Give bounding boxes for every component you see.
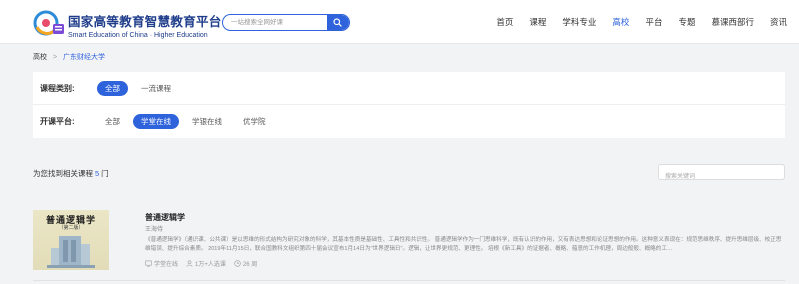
meta-duration: 26 周 <box>234 259 257 268</box>
meta-platform-text: 学堂在线 <box>154 262 179 268</box>
breadcrumb-universities[interactable]: 高校 <box>33 54 47 61</box>
course-title[interactable]: 普通逻辑学 <box>145 212 185 223</box>
course-teacher: 王海侍 <box>145 227 164 233</box>
nav-disciplines[interactable]: 学科专业 <box>562 16 596 28</box>
nav-platforms[interactable]: 平台 <box>645 16 662 28</box>
cover-edition: （第二版） <box>58 225 84 231</box>
filter-row-platform: 开课平台: 全部 学堂在线 学银在线 优学院 <box>33 105 785 138</box>
breadcrumb: 高校 > 广东财经大学 <box>33 52 105 62</box>
filter-category-first-class[interactable]: 一流课程 <box>133 81 179 96</box>
nav-mooc-west[interactable]: 慕课西部行 <box>711 16 754 28</box>
nav-courses[interactable]: 课程 <box>529 16 546 28</box>
result-prefix: 为您找到相关课程 <box>33 169 93 178</box>
breadcrumb-current-university: 广东财经大学 <box>63 54 105 61</box>
logo-title-en: Smart Education of China · Higher Educat… <box>68 32 208 39</box>
filter-platform-all[interactable]: 全部 <box>97 114 128 129</box>
search-icon <box>333 18 342 27</box>
course-filter-panel: 课程类别: 全部 一流课程 开课平台: 全部 学堂在线 学银在线 优学院 <box>33 72 785 138</box>
global-search-button[interactable] <box>327 15 349 30</box>
filter-platform-xueyin[interactable]: 学银在线 <box>184 114 230 129</box>
meta-learners-text: 1万+人选课 <box>195 262 226 268</box>
nav-news[interactable]: 资讯 <box>770 16 787 28</box>
main-nav: 首页 课程 学科专业 高校 平台 专题 慕课西部行 资讯 <box>480 0 787 44</box>
global-search-input[interactable] <box>231 15 326 30</box>
keyword-search-box <box>658 164 785 184</box>
keyword-search-input[interactable] <box>659 170 784 184</box>
clock-icon <box>234 260 241 267</box>
platform-logo-icon[interactable] <box>33 10 65 36</box>
platform-icon <box>145 260 152 267</box>
course-cover-image[interactable]: 普通逻辑学 （第二版） <box>33 210 109 270</box>
card-divider <box>33 280 785 281</box>
course-card[interactable]: 普通逻辑学 （第二版） 普通逻辑学 王海侍 《普通逻辑学》（通识课、公共课）是以… <box>33 206 785 278</box>
meta-platform: 学堂在线 <box>145 259 178 268</box>
nav-topics[interactable]: 专题 <box>678 16 695 28</box>
result-count-number: 5 <box>95 169 100 178</box>
filter-platform-xuetangx[interactable]: 学堂在线 <box>133 114 179 129</box>
global-search-box <box>222 14 350 31</box>
course-description: 《普通逻辑学》（通识课、公共课）是以思维的形式结构为研究对象的科学，其基本性质是… <box>145 237 782 252</box>
nav-home[interactable]: 首页 <box>496 16 513 28</box>
filter-label-platform: 开课平台: <box>40 117 75 126</box>
result-count: 为您找到相关课程 5 门 <box>33 168 109 179</box>
filter-platform-ulearning[interactable]: 优学院 <box>235 114 274 129</box>
result-suffix: 门 <box>101 169 109 178</box>
filter-category-all[interactable]: 全部 <box>97 80 128 96</box>
meta-duration-text: 26 周 <box>242 262 258 268</box>
nav-universities[interactable]: 高校 <box>612 16 629 28</box>
cover-illustration-icon <box>47 236 95 268</box>
course-meta: 学堂在线 1万+人选课 26 周 <box>145 259 265 268</box>
breadcrumb-separator: > <box>52 54 58 61</box>
top-header: 国家高等教育智慧教育平台 Smart Education of China · … <box>0 0 799 44</box>
platform-logo-text[interactable]: 国家高等教育智慧教育平台 Smart Education of China · … <box>68 11 222 39</box>
logo-title-cn: 国家高等教育智慧教育平台 <box>68 15 222 29</box>
user-icon <box>186 260 193 267</box>
meta-learners: 1万+人选课 <box>186 259 226 268</box>
filter-row-category: 课程类别: 全部 一流课程 <box>33 72 785 105</box>
filter-label-category: 课程类别: <box>40 83 75 93</box>
